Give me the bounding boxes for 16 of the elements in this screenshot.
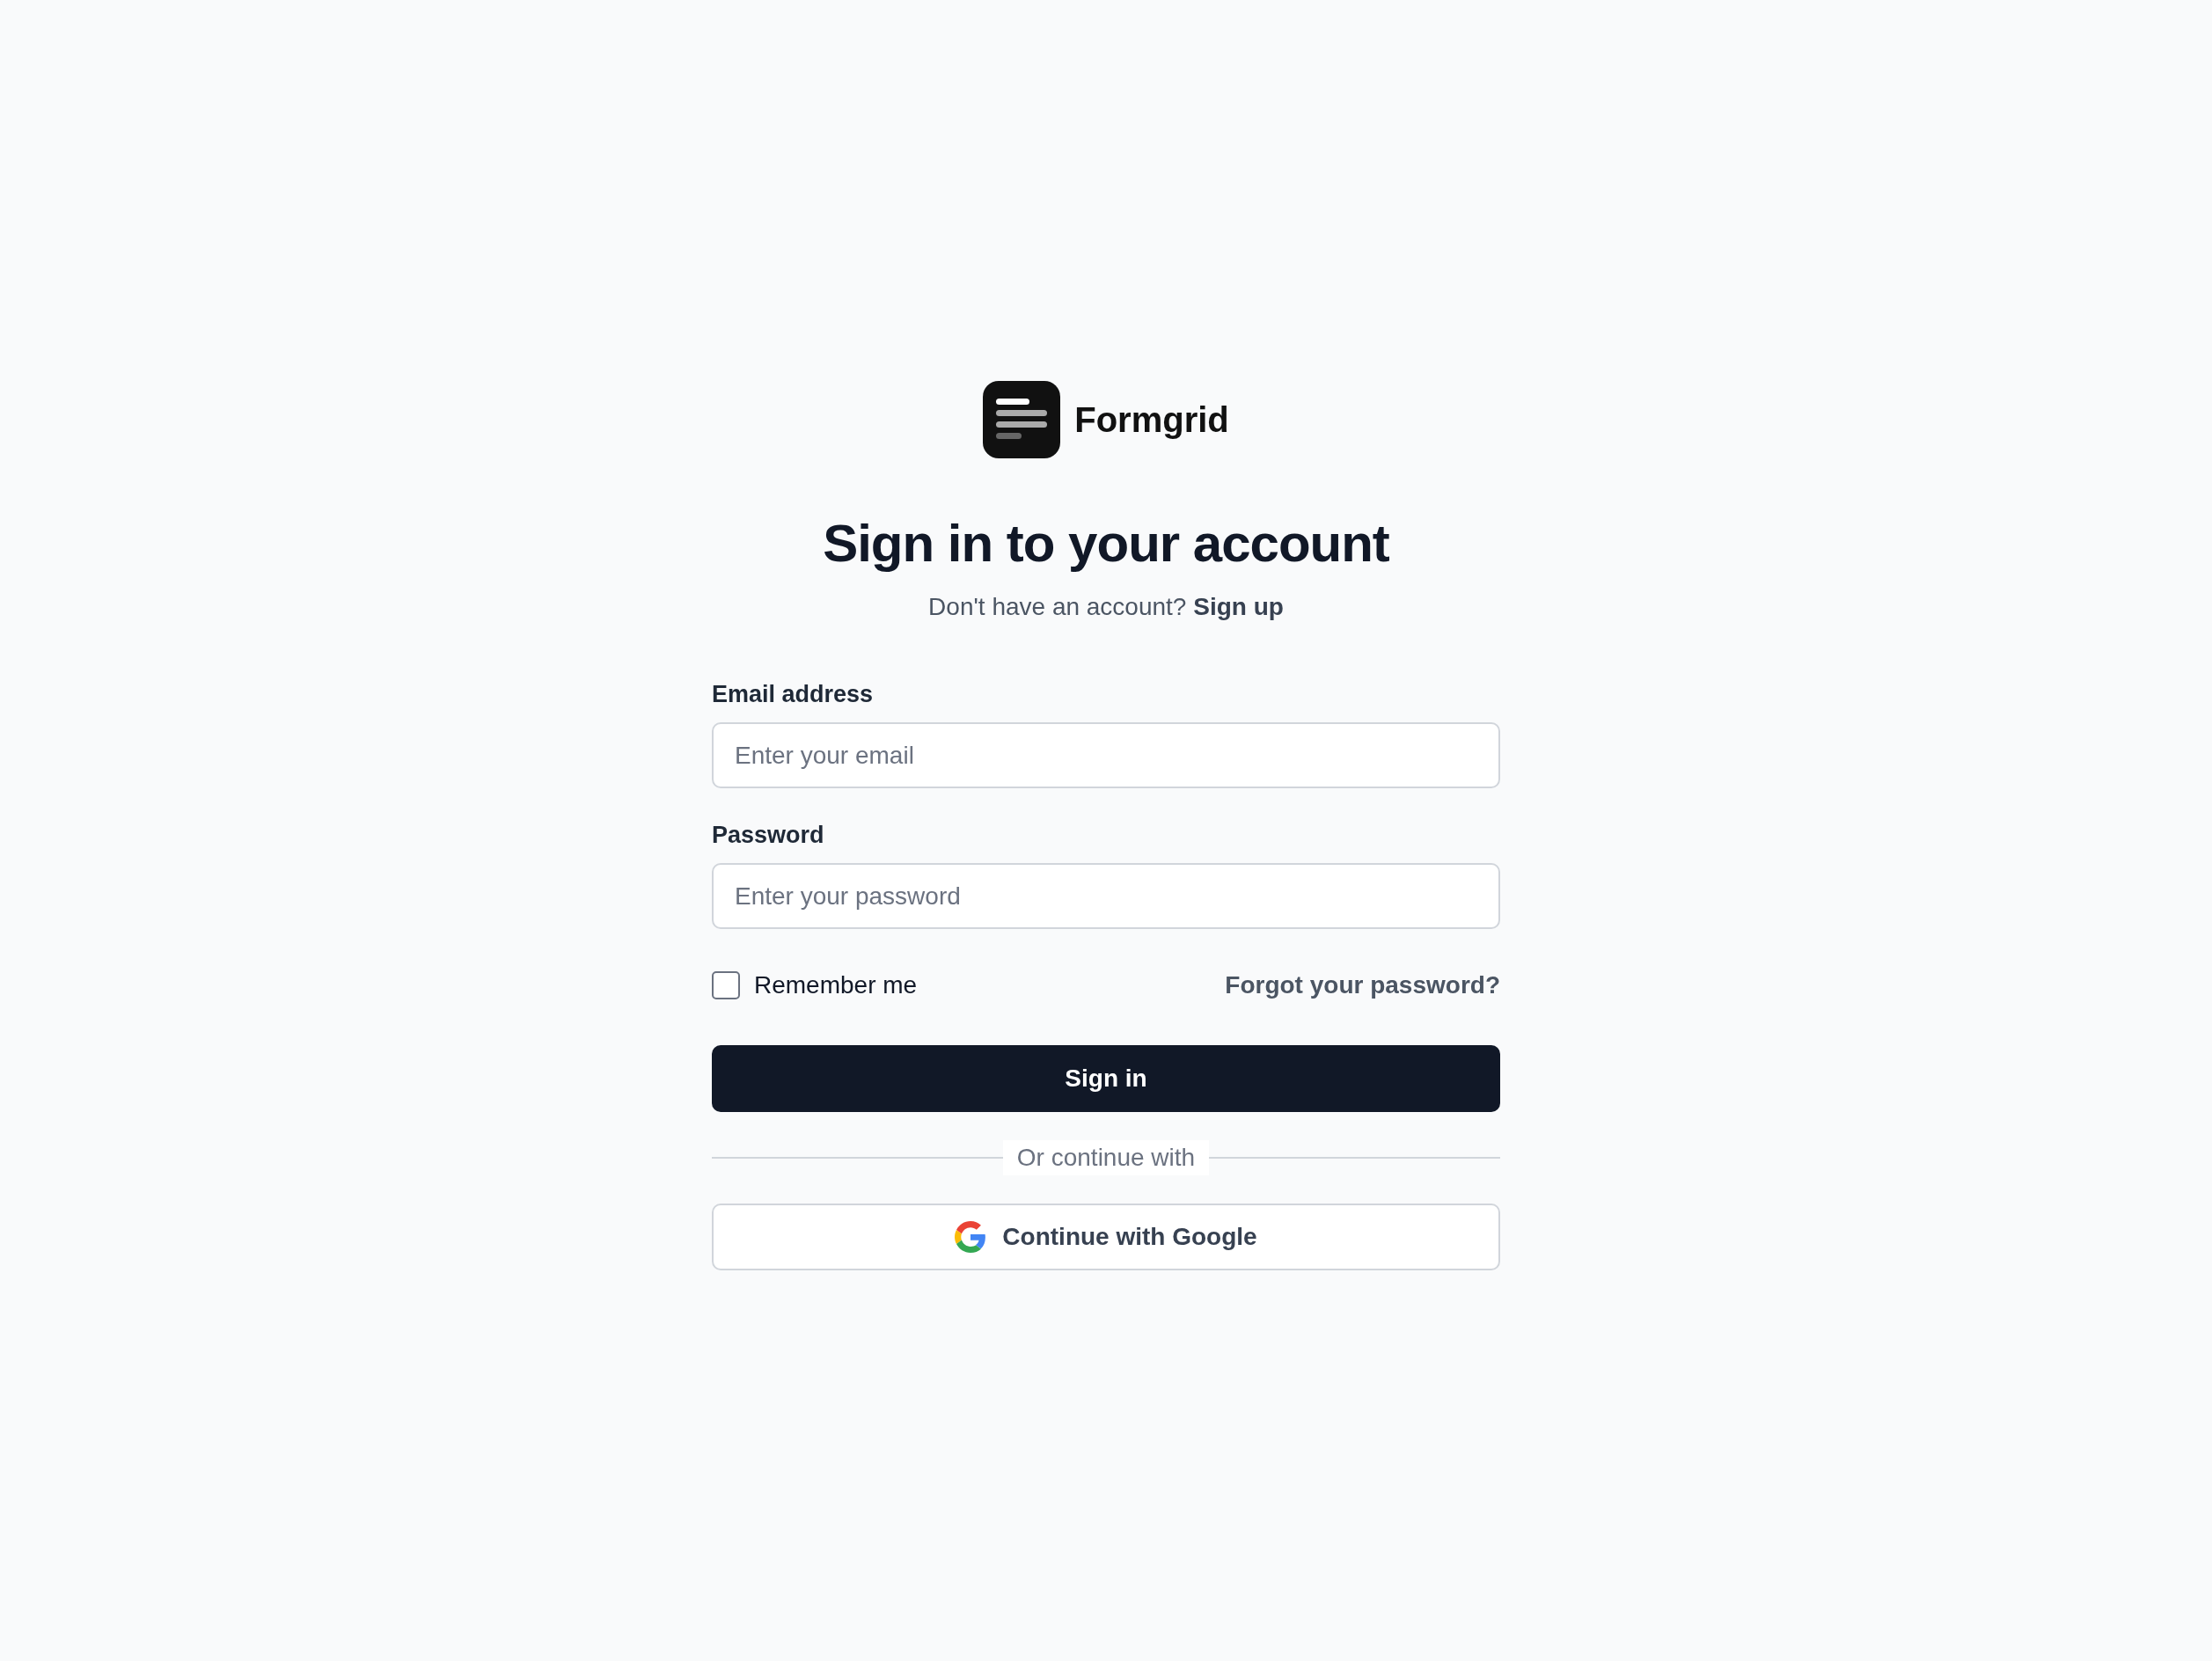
remember-label: Remember me [754,971,918,999]
field-label: Email address [712,681,875,708]
brand-name: Formgrid [1074,399,1229,440]
sign-in-button[interactable]: Sign in [712,1045,1500,1112]
forgot-password-link[interactable]: Forgot your password? [1225,971,1500,999]
field-label: Password [712,822,825,849]
remember-checkbox[interactable] [712,971,740,999]
signup-link[interactable]: Sign up [1193,593,1284,620]
google-sign-in-button[interactable]: Continue with Google [712,1204,1500,1270]
input-field[interactable]: Enter your email [712,722,1500,788]
input-field[interactable]: Enter your password [712,863,1500,929]
logo-icon [983,381,1061,458]
divider-label: Or continue with [1002,1140,1210,1175]
page-heading: Sign in to your account [823,513,1389,574]
signup-prompt: Don't have an account? Sign up [928,593,1284,621]
google-icon [955,1221,987,1253]
